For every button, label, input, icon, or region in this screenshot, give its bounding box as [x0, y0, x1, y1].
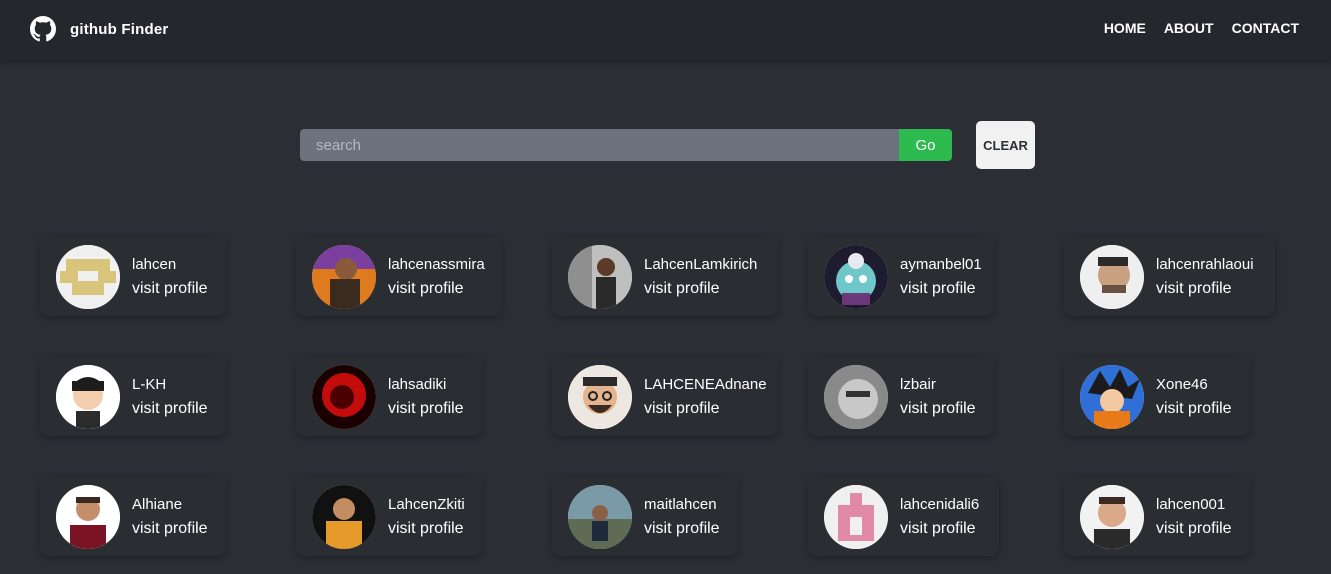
user-card-text: lahcenidali6 visit profile: [900, 493, 979, 541]
brand[interactable]: github Finder: [30, 16, 168, 42]
user-card[interactable]: L-KH visit profile: [40, 357, 226, 436]
navbar: github Finder HOME ABOUT CONTACT: [0, 0, 1331, 60]
avatar[interactable]: [568, 244, 632, 309]
visit-profile-link[interactable]: visit profile: [132, 277, 208, 301]
user-login: LahcenZkiti: [388, 495, 465, 513]
search-input[interactable]: [300, 129, 899, 161]
avatar[interactable]: [824, 364, 888, 429]
user-card[interactable]: Xone46 visit profile: [1064, 357, 1250, 436]
user-card-text: lahcenassmira visit profile: [388, 253, 485, 301]
user-login: Alhiane: [132, 495, 183, 513]
user-card-text: Xone46 visit profile: [1156, 373, 1232, 421]
avatar[interactable]: [312, 484, 376, 549]
user-card-text: lzbair visit profile: [900, 373, 976, 421]
user-card[interactable]: maitlahcen visit profile: [552, 477, 738, 556]
user-card-text: lahcen visit profile: [132, 253, 208, 301]
user-card[interactable]: lahcenassmira visit profile: [296, 237, 502, 316]
visit-profile-link[interactable]: visit profile: [900, 277, 982, 301]
visit-profile-link[interactable]: visit profile: [1156, 277, 1254, 301]
user-card[interactable]: LahcenLamkirich visit profile: [552, 237, 778, 316]
avatar[interactable]: [824, 244, 888, 309]
user-login: lahcen001: [1156, 495, 1226, 513]
avatar[interactable]: [56, 244, 120, 309]
github-icon: [30, 16, 56, 42]
visit-profile-link[interactable]: visit profile: [900, 397, 976, 421]
user-card[interactable]: lahcenrahlaoui visit profile: [1064, 237, 1275, 316]
avatar[interactable]: [568, 364, 632, 429]
brand-title: github Finder: [70, 20, 169, 38]
visit-profile-link[interactable]: visit profile: [132, 517, 208, 541]
avatar[interactable]: [56, 484, 120, 549]
avatar[interactable]: [1080, 364, 1144, 429]
user-card-text: lahcen001 visit profile: [1156, 493, 1232, 541]
visit-profile-link[interactable]: visit profile: [388, 517, 465, 541]
nav-link-about[interactable]: ABOUT: [1164, 20, 1214, 36]
search-form: Go: [300, 129, 952, 161]
user-login: lahcenidali6: [900, 495, 980, 513]
user-login: Xone46: [1156, 375, 1208, 393]
avatar[interactable]: [312, 244, 376, 309]
user-login: aymanbel01: [900, 255, 982, 273]
nav-links: HOME ABOUT CONTACT: [1086, 20, 1299, 36]
user-card-text: aymanbel01 visit profile: [900, 253, 982, 301]
avatar[interactable]: [312, 364, 376, 429]
user-card-text: Alhiane visit profile: [132, 493, 208, 541]
visit-profile-link[interactable]: visit profile: [388, 397, 464, 421]
user-card-text: LahcenZkiti visit profile: [388, 493, 465, 541]
user-login: lahcenrahlaoui: [1156, 255, 1254, 273]
avatar[interactable]: [56, 364, 120, 429]
user-card[interactable]: LahcenZkiti visit profile: [296, 477, 482, 556]
user-card[interactable]: lahcenidali6 visit profile: [808, 477, 999, 556]
avatar[interactable]: [1080, 244, 1144, 309]
user-login: LAHCENEAdnane: [644, 375, 767, 393]
user-login: lahsadiki: [388, 375, 447, 393]
user-card[interactable]: lzbair visit profile: [808, 357, 994, 436]
user-card[interactable]: lahcen001 visit profile: [1064, 477, 1250, 556]
user-card-text: maitlahcen visit profile: [644, 493, 720, 541]
user-login: lahcenassmira: [388, 255, 485, 273]
visit-profile-link[interactable]: visit profile: [900, 517, 979, 541]
user-card[interactable]: LAHCENEAdnane visit profile: [552, 357, 778, 436]
visit-profile-link[interactable]: visit profile: [644, 277, 757, 301]
user-card-text: LAHCENEAdnane visit profile: [644, 373, 767, 421]
user-login: L-KH: [132, 375, 167, 393]
user-login: lahcen: [132, 255, 177, 273]
user-card[interactable]: Alhiane visit profile: [40, 477, 226, 556]
user-card[interactable]: aymanbel01 visit profile: [808, 237, 994, 316]
visit-profile-link[interactable]: visit profile: [1156, 397, 1232, 421]
visit-profile-link[interactable]: visit profile: [1156, 517, 1232, 541]
avatar[interactable]: [568, 484, 632, 549]
user-card[interactable]: lahsadiki visit profile: [296, 357, 482, 436]
user-login: lzbair: [900, 375, 936, 393]
clear-button[interactable]: CLEAR: [976, 121, 1035, 169]
visit-profile-link[interactable]: visit profile: [644, 517, 720, 541]
go-button[interactable]: Go: [899, 129, 952, 161]
avatar[interactable]: [1080, 484, 1144, 549]
user-card[interactable]: lahcen visit profile: [40, 237, 226, 316]
nav-link-home[interactable]: HOME: [1104, 20, 1146, 36]
user-card-text: L-KH visit profile: [132, 373, 208, 421]
user-card-text: lahcenrahlaoui visit profile: [1156, 253, 1254, 301]
nav-link-contact[interactable]: CONTACT: [1232, 20, 1299, 36]
user-login: maitlahcen: [644, 495, 717, 513]
visit-profile-link[interactable]: visit profile: [132, 397, 208, 421]
user-login: LahcenLamkirich: [644, 255, 758, 273]
visit-profile-link[interactable]: visit profile: [388, 277, 485, 301]
visit-profile-link[interactable]: visit profile: [644, 397, 767, 421]
user-card-text: LahcenLamkirich visit profile: [644, 253, 757, 301]
avatar[interactable]: [824, 484, 888, 549]
user-card-text: lahsadiki visit profile: [388, 373, 464, 421]
